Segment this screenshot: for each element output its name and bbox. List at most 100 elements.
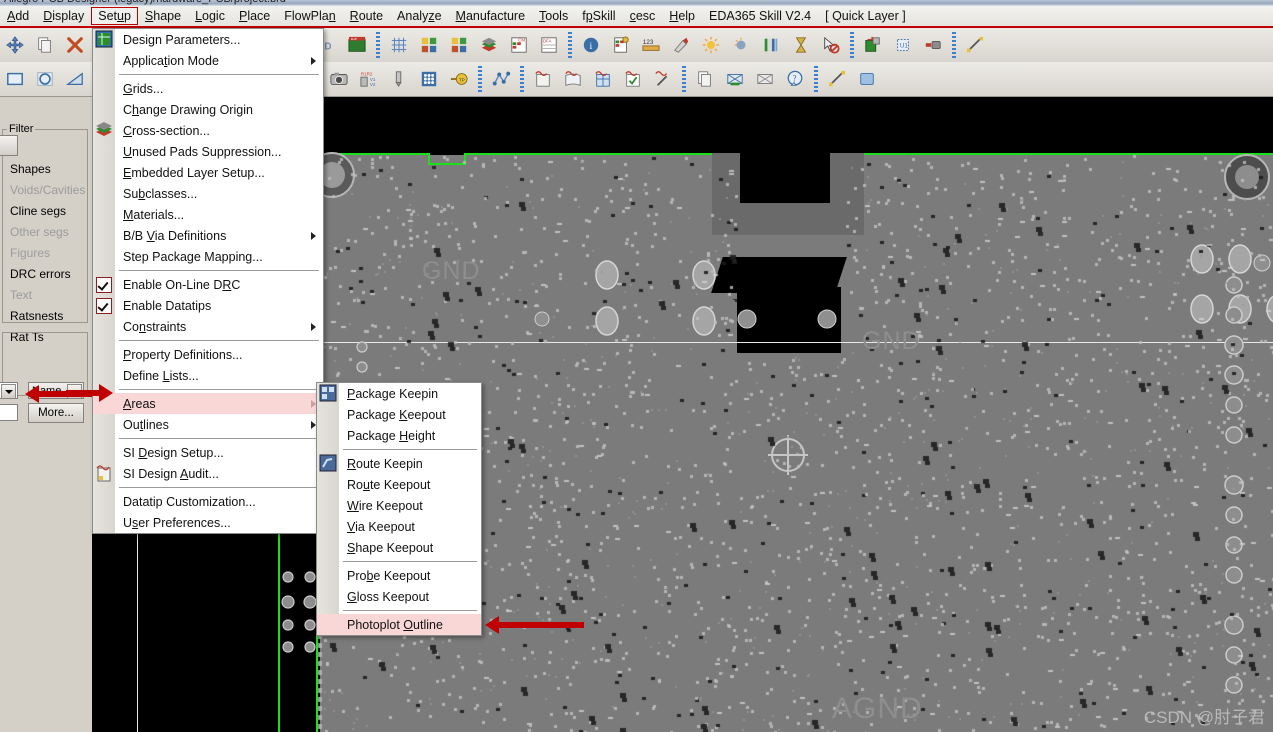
setup-menu-item-step-package-mapping[interactable]: Step Package Mapping... bbox=[93, 246, 323, 267]
waveform-check-icon[interactable] bbox=[619, 65, 647, 93]
setup-menu-item-design-parameters[interactable]: Design Parameters... bbox=[93, 29, 323, 50]
menubar-item-tools[interactable]: Tools bbox=[532, 7, 575, 25]
placement-edit-icon[interactable] bbox=[859, 31, 887, 59]
setup-menu-item-grids[interactable]: Grids... bbox=[93, 78, 323, 99]
report-icon[interactable] bbox=[607, 31, 635, 59]
screenshot-icon[interactable] bbox=[325, 65, 353, 93]
delete-x-icon[interactable] bbox=[61, 31, 89, 59]
dfa-table-icon[interactable]: DFA bbox=[535, 31, 563, 59]
shape-polygon-icon[interactable] bbox=[61, 65, 89, 93]
setup-menu-item-property-definitions[interactable]: Property Definitions... bbox=[93, 344, 323, 365]
padstack-icon[interactable] bbox=[415, 65, 443, 93]
menubar-item-place[interactable]: Place bbox=[232, 7, 277, 25]
filter-item-cline-segs[interactable]: Cline segs bbox=[10, 204, 66, 218]
areas-menu-item-probe-keepout[interactable]: Probe Keepout bbox=[317, 565, 481, 586]
waveform-probe-icon[interactable] bbox=[649, 65, 677, 93]
setup-menu-item-si-design-audit[interactable]: SI Design Audit... bbox=[93, 463, 323, 484]
r1r2v1v2-icon[interactable]: R1R2 V1 V2 bbox=[355, 65, 383, 93]
info-icon[interactable]: i bbox=[577, 31, 605, 59]
areas-menu-item-route-keepin[interactable]: Route Keepin bbox=[317, 453, 481, 474]
areas-menu-item-photoplot-outline[interactable]: Photoplot Outline bbox=[317, 614, 481, 635]
setup-dropdown-menu[interactable]: Design Parameters... Application Mode Grid… bbox=[92, 28, 324, 534]
setup-menu-item-subclasses[interactable]: Subclasses... bbox=[93, 183, 323, 204]
areas-menu-item-package-height[interactable]: Package Height bbox=[317, 425, 481, 446]
no-select-cursor-icon[interactable] bbox=[817, 31, 845, 59]
setup-menu-item-si-design-setup[interactable]: SI Design Setup... bbox=[93, 442, 323, 463]
areas-menu-item-package-keepin[interactable]: Package Keepin bbox=[317, 383, 481, 404]
menubar-item-manufacture[interactable]: Manufacture bbox=[449, 7, 533, 25]
color-palette-icon[interactable] bbox=[415, 31, 443, 59]
menubar-item-eda365-skill-v2-4[interactable]: EDA365 Skill V2.4 bbox=[702, 7, 818, 25]
filter-item-ratsnests[interactable]: Ratsnests bbox=[10, 309, 63, 323]
menubar-item-help[interactable]: Help bbox=[662, 7, 702, 25]
sun-light-icon[interactable] bbox=[697, 31, 725, 59]
filled-rect-icon[interactable] bbox=[853, 65, 881, 93]
setup-menu-item-enable-datatips[interactable]: Enable Datatips bbox=[93, 295, 323, 316]
setup-menu-item-embedded-layer-setup[interactable]: Embedded Layer Setup... bbox=[93, 162, 323, 183]
layers-icon[interactable] bbox=[475, 31, 503, 59]
shape-rect-icon[interactable] bbox=[1, 65, 29, 93]
shape-circle-icon[interactable] bbox=[31, 65, 59, 93]
setup-menu-item-cross-section[interactable]: Cross-section... bbox=[93, 120, 323, 141]
more-button[interactable]: More... bbox=[28, 403, 84, 423]
menubar-item-logic[interactable]: Logic bbox=[188, 7, 232, 25]
filter-item-drc-errors[interactable]: DRC errors bbox=[10, 267, 71, 281]
areas-menu-item-gloss-keepout[interactable]: Gloss Keepout bbox=[317, 586, 481, 607]
symbol-u1-icon[interactable]: U1 bbox=[889, 31, 917, 59]
pin-connect-icon[interactable] bbox=[919, 31, 947, 59]
drill-legend-icon[interactable] bbox=[385, 65, 413, 93]
shadow-icon[interactable] bbox=[727, 31, 755, 59]
move-icon[interactable] bbox=[1, 31, 29, 59]
menubar-item-cesc[interactable]: cesc bbox=[623, 7, 663, 25]
find-type-combo[interactable] bbox=[0, 382, 18, 399]
setup-menu-item-define-lists[interactable]: Define Lists... bbox=[93, 365, 323, 386]
color-assign-icon[interactable] bbox=[445, 31, 473, 59]
setup-menu-item-b-b-via-definitions[interactable]: B/B Via Definitions bbox=[93, 225, 323, 246]
measure-icon[interactable]: 123 bbox=[637, 31, 665, 59]
menubar-item-analyze[interactable]: Analyze bbox=[390, 7, 448, 25]
menubar-item-display[interactable]: Display bbox=[36, 7, 91, 25]
check-icon[interactable] bbox=[96, 277, 112, 293]
menubar-item-fpskill[interactable]: fpSkill bbox=[575, 7, 622, 25]
setup-menu-item-areas[interactable]: Areas bbox=[93, 393, 323, 414]
menubar-item-shape[interactable]: Shape bbox=[138, 7, 188, 25]
setup-menu-item-constraints[interactable]: Constraints bbox=[93, 316, 323, 337]
setup-menu-item-application-mode[interactable]: Application Mode bbox=[93, 50, 323, 71]
net-shorten-icon[interactable] bbox=[721, 65, 749, 93]
waveform-report-icon[interactable] bbox=[529, 65, 557, 93]
copy-icon[interactable] bbox=[31, 31, 59, 59]
filter-toggle-button[interactable] bbox=[0, 135, 18, 156]
areas-menu-item-wire-keepout[interactable]: Wire Keepout bbox=[317, 495, 481, 516]
setup-menu-item-change-drawing-origin[interactable]: Change Drawing Origin bbox=[93, 99, 323, 120]
highlight-icon[interactable] bbox=[667, 31, 695, 59]
setup-menu-item-outlines[interactable]: Outlines bbox=[93, 414, 323, 435]
name-filter-input[interactable] bbox=[0, 404, 18, 421]
constraint-manager-icon[interactable]: CM bbox=[505, 31, 533, 59]
areas-menu-item-shape-keepout[interactable]: Shape Keepout bbox=[317, 537, 481, 558]
setup-menu-item-materials[interactable]: Materials... bbox=[93, 204, 323, 225]
layer-bars-icon[interactable] bbox=[757, 31, 785, 59]
copy-properties-icon[interactable] bbox=[691, 65, 719, 93]
setup-menu-item-unused-pads-suppression[interactable]: Unused Pads Suppression... bbox=[93, 141, 323, 162]
setup-menu-item-user-preferences[interactable]: User Preferences... bbox=[93, 512, 323, 533]
hourglass-icon[interactable] bbox=[787, 31, 815, 59]
setup-menu-item-enable-on-line-drc[interactable]: Enable On-Line DRC bbox=[93, 274, 323, 295]
chevron-down-icon[interactable] bbox=[1, 384, 16, 399]
menubar-item-quick-layer[interactable]: [ Quick Layer ] bbox=[818, 7, 913, 25]
areas-menu-item-via-keepout[interactable]: Via Keepout bbox=[317, 516, 481, 537]
setup-menu-item-datatip-customization[interactable]: Datatip Customization... bbox=[93, 491, 323, 512]
areas-menu-item-route-keepout[interactable]: Route Keepout bbox=[317, 474, 481, 495]
filter-item-shapes[interactable]: Shapes bbox=[10, 162, 51, 176]
menubar-item-setup[interactable]: Setup bbox=[91, 7, 138, 25]
line-segment-icon[interactable] bbox=[961, 31, 989, 59]
net-box-icon[interactable] bbox=[751, 65, 779, 93]
help-query-icon[interactable]: ? bbox=[781, 65, 809, 93]
grid-toggle-icon[interactable] bbox=[385, 31, 413, 59]
testprep-icon[interactable]: TP bbox=[445, 65, 473, 93]
menubar-item-route[interactable]: Route bbox=[343, 7, 390, 25]
areas-submenu[interactable]: Package Keepin Package Keepout Package Hei… bbox=[316, 382, 482, 636]
waveform-book-icon[interactable] bbox=[559, 65, 587, 93]
menubar-item-flowplan[interactable]: FlowPlan bbox=[277, 7, 342, 25]
waveform-table-icon[interactable] bbox=[589, 65, 617, 93]
line-draw-icon[interactable] bbox=[823, 65, 851, 93]
